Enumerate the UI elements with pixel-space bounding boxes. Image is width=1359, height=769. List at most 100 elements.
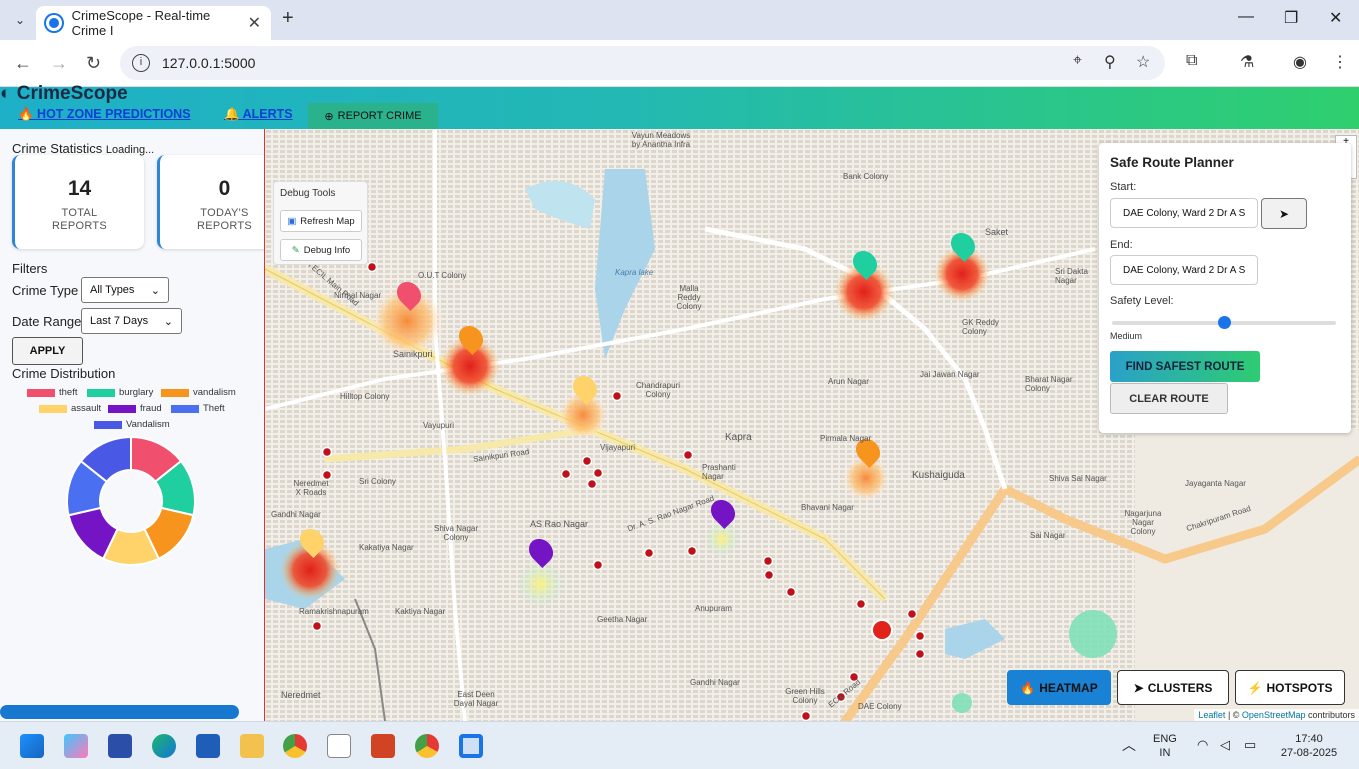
osm-link[interactable]: OpenStreetMap	[1242, 710, 1306, 720]
map-label: Geetha Nagar	[597, 615, 648, 624]
destination-flag-icon[interactable]	[871, 619, 893, 641]
browser-tab[interactable]: CrimeScope - Real-time Crime I ✕	[36, 6, 271, 40]
map-label: Vayupuri	[423, 421, 454, 430]
reload-icon[interactable]: ↻	[86, 53, 101, 74]
map-label: East Deen Dayal Nagar	[453, 690, 499, 708]
forward-arrow-icon[interactable]: →	[50, 53, 68, 74]
filters-title: Filters	[12, 261, 48, 276]
legend-item[interactable]: fraud	[108, 403, 162, 414]
map-label: Jayaganta Nagar	[1185, 479, 1246, 488]
window-close-icon[interactable]: ✕	[1329, 8, 1342, 28]
tab-search-chevron-icon[interactable]: ⌄	[10, 10, 30, 30]
clock[interactable]: 17:40 27-08-2025	[1276, 732, 1342, 760]
extensions-icon[interactable]: ⧉	[1186, 52, 1197, 70]
legend-swatch	[39, 404, 67, 413]
file-explorer-icon[interactable]	[240, 734, 264, 758]
back-arrow-icon[interactable]: ←	[14, 53, 32, 74]
new-tab-button[interactable]: +	[282, 7, 294, 30]
edge-icon[interactable]	[152, 734, 176, 758]
safety-level-slider[interactable]	[1112, 316, 1336, 329]
refresh-map-button[interactable]: ▣ Refresh Map	[280, 210, 362, 232]
legend-item[interactable]: Vandalism	[94, 419, 170, 430]
map-label: Kaktiya Nagar	[395, 607, 446, 616]
wifi-icon[interactable]: ◠	[1197, 738, 1208, 752]
slider-thumb[interactable]	[1218, 316, 1231, 329]
debug-title: Debug Tools	[280, 188, 336, 199]
map-label: Arun Nagar	[828, 377, 869, 386]
language-indicator[interactable]: ENG IN	[1153, 732, 1177, 760]
copilot-icon[interactable]	[64, 734, 88, 758]
windows-taskbar: ︿ ENG IN ◠ ◁ ▭ 17:40 27-08-2025	[0, 721, 1359, 769]
map-label: Anupuram	[695, 604, 732, 613]
powerpoint-icon[interactable]	[371, 734, 395, 758]
minimize-icon[interactable]: —	[1238, 8, 1254, 26]
chrome-icon[interactable]	[283, 734, 307, 758]
use-location-button[interactable]: ➤	[1261, 198, 1307, 229]
hot-zone-link[interactable]: 🔥 HOT ZONE PREDICTIONS	[18, 107, 191, 122]
end-input[interactable]: DAE Colony, Ward 2 Dr A S	[1110, 255, 1258, 285]
chrome-profile-icon[interactable]	[415, 734, 439, 758]
debug-info-button[interactable]: ✎ Debug Info	[280, 239, 362, 261]
report-crime-button[interactable]: ⊕ REPORT CRIME	[308, 103, 438, 129]
date-range-label: Date Range	[12, 314, 82, 329]
tab-favicon-icon	[46, 15, 62, 31]
labs-flask-icon[interactable]: ⚗	[1240, 52, 1254, 72]
tab-close-icon[interactable]: ✕	[248, 13, 261, 33]
sidebar: Crime Statistics Loading... 14 TOTAL REPO…	[0, 129, 264, 721]
location-pin-icon[interactable]: ⌖	[1073, 52, 1082, 70]
battery-icon[interactable]: ▭	[1244, 738, 1256, 752]
total-reports-label: TOTAL REPORTS	[51, 207, 108, 232]
legend-item[interactable]: burglary	[87, 387, 153, 398]
clear-route-button[interactable]: CLEAR ROUTE	[1110, 383, 1228, 414]
apply-button[interactable]: APPLY	[12, 337, 83, 365]
chrome-active-icon[interactable]	[459, 734, 483, 758]
legend-swatch	[94, 420, 122, 429]
browser-tabstrip: ⌄ CrimeScope - Real-time Crime I ✕ + — ❐…	[0, 0, 1359, 40]
store-icon[interactable]	[108, 734, 132, 758]
legend-item[interactable]: assault	[39, 403, 101, 414]
word-icon[interactable]	[196, 734, 220, 758]
map-label: Bank Colony	[843, 172, 889, 181]
map-label: Shiva Nagar Colony	[433, 524, 479, 542]
site-info-icon[interactable]: i	[132, 54, 150, 72]
map-label: GK Reddy Colony	[962, 318, 999, 336]
zoom-icon[interactable]: ⚲	[1104, 52, 1116, 72]
legend-swatch	[161, 388, 189, 397]
url-text: 127.0.0.1:5000	[162, 55, 256, 71]
heatmap-button[interactable]: 🔥 HEATMAP	[1007, 670, 1111, 705]
w-app-icon[interactable]	[327, 734, 351, 758]
horizontal-scrollbar[interactable]	[0, 705, 239, 719]
bookmark-star-icon[interactable]: ☆	[1136, 52, 1150, 72]
date-range-select[interactable]: Last 7 Days ⌄	[81, 308, 182, 334]
crime-type-select[interactable]: All Types ⌄	[81, 277, 169, 303]
tab-title: CrimeScope - Real-time Crime I	[71, 8, 211, 38]
map-label: Malla Reddy Colony	[676, 284, 702, 311]
map-label: Kapra	[725, 432, 752, 443]
alerts-link[interactable]: 🔔 ALERTS	[224, 107, 293, 122]
map-label: Gandhi Nagar	[690, 678, 740, 687]
address-bar[interactable]: i 127.0.0.1:5000	[120, 46, 1165, 80]
profile-icon[interactable]: ◉	[1293, 52, 1307, 72]
leaflet-link[interactable]: Leaflet	[1198, 710, 1225, 720]
clusters-button[interactable]: ➤ CLUSTERS	[1117, 670, 1229, 705]
map-attribution: Leaflet | © OpenStreetMap contributors	[1194, 709, 1359, 721]
crime-map[interactable]: Vayun Meadows by Anantha Infra Bank Colo…	[264, 129, 1359, 721]
map-label: Sri Dakta Nagar	[1055, 267, 1088, 285]
total-reports-value: 14	[67, 177, 92, 200]
hotspots-button[interactable]: ⚡ HOTSPOTS	[1235, 670, 1345, 705]
legend-item[interactable]: Theft	[171, 403, 225, 414]
legend-swatch	[87, 388, 115, 397]
menu-kebab-icon[interactable]: ⋮	[1332, 52, 1348, 72]
volume-icon[interactable]: ◁	[1220, 738, 1230, 752]
maximize-icon[interactable]: ❐	[1284, 8, 1298, 28]
distribution-title: Crime Distribution	[12, 366, 116, 381]
start-input[interactable]: DAE Colony, Ward 2 Dr A S	[1110, 198, 1258, 228]
find-safest-route-button[interactable]: FIND SAFEST ROUTE	[1110, 351, 1260, 382]
tray-chevron-icon[interactable]: ︿	[1122, 738, 1136, 752]
legend-item[interactable]: theft	[27, 387, 78, 398]
crime-distribution-donut	[66, 435, 196, 566]
legend-item[interactable]: vandalism	[161, 387, 236, 398]
plus-circle-icon: ⊕	[324, 110, 334, 123]
windows-start-icon[interactable]	[20, 734, 44, 758]
chevron-down-icon: ⌄	[163, 315, 173, 328]
